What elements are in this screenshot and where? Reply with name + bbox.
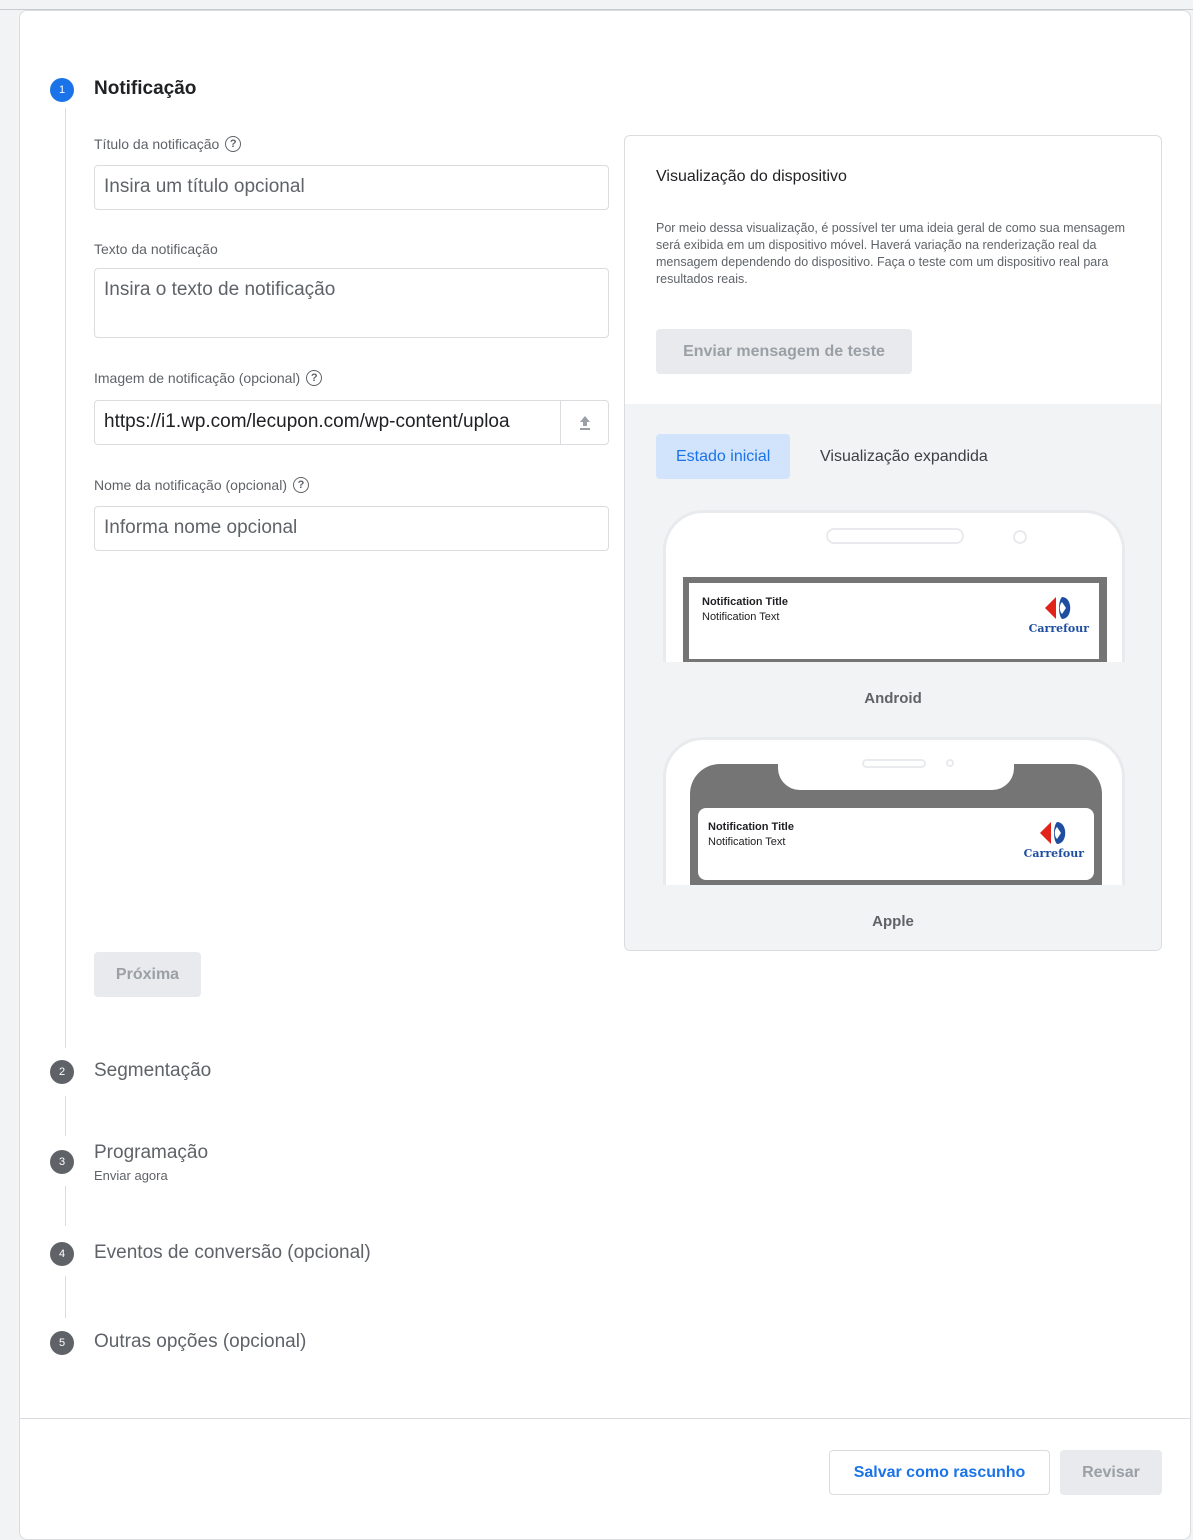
upload-icon	[579, 415, 590, 430]
footer-divider	[19, 1418, 1191, 1419]
tab-initial-state[interactable]: Estado inicial	[656, 434, 791, 479]
step-4-title[interactable]: Eventos de conversão (opcional)	[94, 1242, 371, 1264]
next-button[interactable]: Próxima	[94, 952, 201, 997]
carrefour-logo: Carrefour	[1029, 595, 1089, 636]
help-icon[interactable]: ?	[306, 370, 323, 386]
step-1-indicator: 1	[50, 78, 74, 102]
image-url-input[interactable]: https://i1.wp.com/lecupon.com/wp-content…	[94, 400, 609, 445]
top-divider	[0, 0, 1193, 10]
step-connector	[65, 1096, 66, 1136]
image-label: Imagem de notificação (opcional) ?	[94, 370, 323, 386]
review-button[interactable]: Revisar	[1060, 1450, 1162, 1495]
name-input[interactable]: Informa nome opcional	[94, 506, 609, 551]
step-1-title[interactable]: Notificação	[94, 78, 196, 100]
carrefour-logo-icon	[1044, 597, 1071, 619]
carrefour-logo-icon	[1039, 822, 1066, 844]
text-input[interactable]: Insira o texto de notificação	[94, 268, 609, 338]
step-connector	[65, 1186, 66, 1226]
step-3-subtitle: Enviar agora	[94, 1168, 168, 1183]
step-4-indicator: 4	[50, 1242, 74, 1266]
android-camera	[1013, 530, 1027, 544]
preview-description: Por meio dessa visualização, é possível …	[656, 221, 1125, 286]
step-3-title[interactable]: Programação	[94, 1142, 208, 1164]
step-2-indicator: 2	[50, 1060, 74, 1084]
step-2-title[interactable]: Segmentação	[94, 1060, 211, 1082]
text-label: Texto da notificação	[94, 241, 218, 257]
save-draft-button[interactable]: Salvar como rascunho	[829, 1450, 1050, 1495]
android-speaker	[826, 528, 964, 544]
android-label: Android	[864, 690, 922, 707]
help-icon[interactable]: ?	[225, 136, 242, 152]
step-5-title[interactable]: Outras opções (opcional)	[94, 1331, 306, 1353]
apple-phone-frame: Notification Title Notification Text Car…	[663, 737, 1125, 885]
step-connector	[65, 108, 66, 1048]
android-phone-frame: Notification Title Notification Text Car…	[663, 510, 1125, 662]
help-icon[interactable]: ?	[293, 477, 309, 493]
title-input[interactable]: Insira um título opcional	[94, 165, 609, 210]
name-label: Nome da notificação (opcional) ?	[94, 477, 309, 493]
apple-camera	[946, 759, 954, 767]
step-5-indicator: 5	[50, 1331, 74, 1355]
apple-label: Apple	[872, 913, 914, 930]
send-test-button[interactable]: Enviar mensagem de teste	[656, 329, 912, 374]
android-notification: Notification Title Notification Text Car…	[689, 583, 1099, 659]
apple-speaker	[862, 759, 926, 768]
upload-button[interactable]	[560, 401, 608, 444]
title-label: Título da notificação ?	[94, 136, 242, 152]
preview-title: Visualização do dispositivo	[656, 168, 847, 185]
device-preview-panel: Visualização do dispositivo Por meio des…	[624, 135, 1162, 951]
apple-notification: Notification Title Notification Text Car…	[698, 808, 1094, 880]
step-connector	[65, 1276, 66, 1318]
tab-expanded-view[interactable]: Visualização expandida	[800, 434, 1008, 479]
carrefour-logo: Carrefour	[1024, 820, 1084, 861]
step-3-indicator: 3	[50, 1150, 74, 1174]
